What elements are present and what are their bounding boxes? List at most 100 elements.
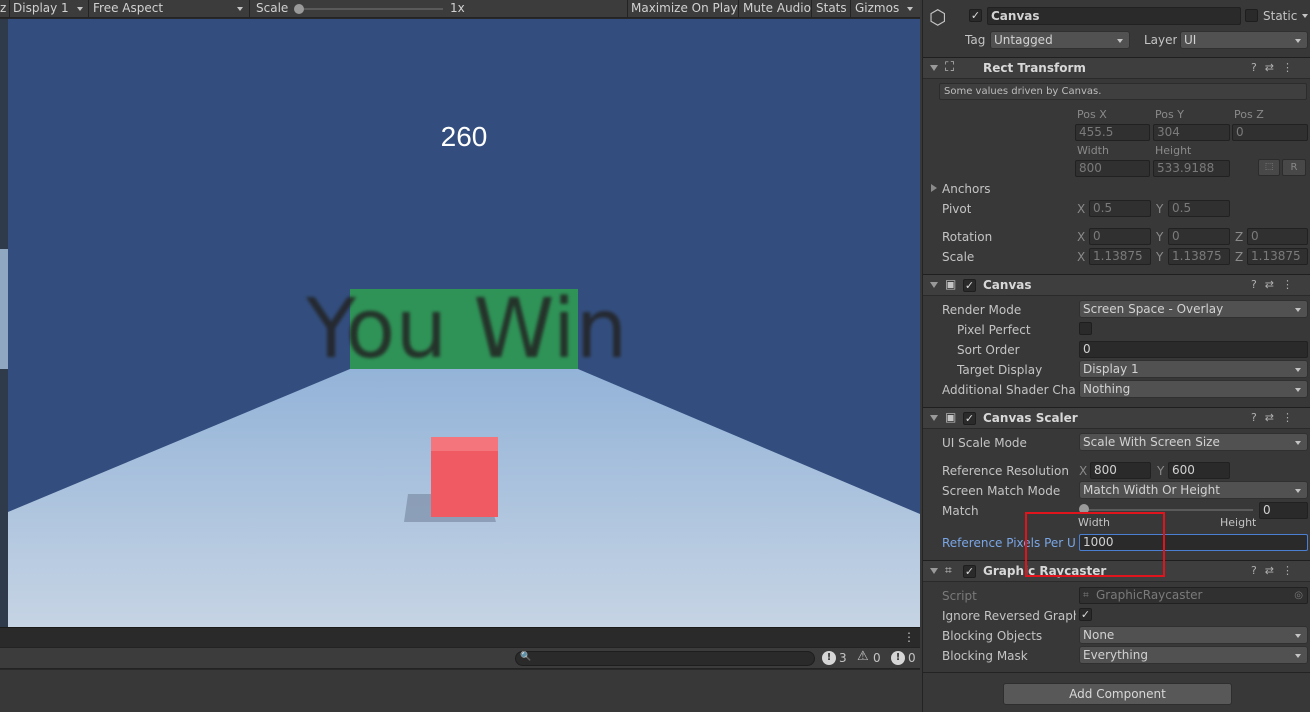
chevron-down-icon <box>1295 489 1301 493</box>
scale-x-field[interactable]: 1.13875 <box>1089 248 1151 265</box>
pos-y-field[interactable]: 304 <box>1153 124 1230 141</box>
add-component-button[interactable]: Add Component <box>1003 683 1232 705</box>
object-name-field[interactable]: Canvas <box>987 7 1241 25</box>
reference-y-field[interactable]: 600 <box>1168 462 1230 479</box>
scale-z-field[interactable]: 1.13875 <box>1247 248 1308 265</box>
tag-value: Untagged <box>994 33 1053 47</box>
canvas-header[interactable]: ▣ ✓ Canvas ?⇄⋮ <box>923 274 1310 296</box>
chevron-down-icon <box>1295 388 1301 392</box>
raycaster-enabled-checkbox[interactable]: ✓ <box>963 565 976 578</box>
pixel-perfect-checkbox[interactable] <box>1079 322 1092 335</box>
chevron-down-icon <box>237 7 243 11</box>
divider <box>627 0 628 18</box>
blocking-mask-value: Everything <box>1083 648 1148 662</box>
reference-resolution-label: Reference Resolution <box>942 464 1069 478</box>
blocking-objects-dropdown[interactable]: None <box>1079 626 1308 644</box>
rect-transform-header[interactable]: ⛶ Rect Transform ?⇄⋮ <box>923 57 1310 79</box>
reference-x-field[interactable]: 800 <box>1090 462 1151 479</box>
expand-arrow-icon[interactable] <box>931 184 937 192</box>
sort-order-field[interactable]: 0 <box>1079 341 1308 358</box>
pos-x-field[interactable]: 455.5 <box>1075 124 1150 141</box>
chevron-down-icon <box>77 7 83 11</box>
object-picker-icon[interactable]: ◎ <box>1294 588 1303 603</box>
width-field[interactable]: 800 <box>1075 160 1150 177</box>
console-search-input[interactable]: 🔍 <box>515 651 815 666</box>
pivot-x-field[interactable]: 0.5 <box>1089 200 1151 217</box>
stats-toggle[interactable]: Stats <box>816 0 847 18</box>
shader-channels-dropdown[interactable]: Nothing <box>1079 380 1308 398</box>
axis-x-label: X <box>1079 464 1088 478</box>
collapse-arrow-icon[interactable] <box>930 282 938 288</box>
render-mode-dropdown[interactable]: Screen Space - Overlay <box>1079 300 1308 318</box>
target-display-dropdown[interactable]: Display 1 <box>1079 360 1308 378</box>
info-icon: ! <box>822 651 836 665</box>
anchors-label[interactable]: Anchors <box>942 182 991 196</box>
target-display-value: Display 1 <box>1083 362 1139 376</box>
sort-order-label: Sort Order <box>957 343 1020 357</box>
pos-z-field[interactable]: 0 <box>1232 124 1308 141</box>
gizmos-toggle[interactable]: Gizmos <box>855 0 899 18</box>
divider <box>850 0 851 18</box>
ignore-reversed-checkbox[interactable]: ✓ <box>1079 608 1092 621</box>
pivot-label: Pivot <box>942 202 972 216</box>
component-actions[interactable]: ?⇄⋮ <box>1251 278 1301 291</box>
blueprint-mode-icon[interactable]: ⬚ <box>1258 159 1280 176</box>
layer-value: UI <box>1184 33 1197 47</box>
match-slider-track[interactable] <box>1083 509 1253 511</box>
search-icon: 🔍 <box>520 652 532 662</box>
kebab-menu-icon[interactable]: ⋮ <box>903 630 915 644</box>
game-toolbar: z Display 1 Free Aspect Scale 1x Maximiz… <box>0 0 920 18</box>
match-value-field[interactable]: 0 <box>1259 502 1308 519</box>
warning-count[interactable]: 0 <box>873 651 881 665</box>
scale-y-field[interactable]: 1.13875 <box>1168 248 1230 265</box>
active-checkbox[interactable]: ✓ <box>969 9 982 22</box>
display-dropdown[interactable]: Display 1 <box>13 0 69 18</box>
divider <box>249 0 250 18</box>
mute-audio-toggle[interactable]: Mute Audio <box>743 0 811 18</box>
script-field: ⌗ GraphicRaycaster ◎ <box>1079 587 1308 604</box>
scale-slider-track[interactable] <box>297 8 443 10</box>
scale-slider-handle[interactable] <box>294 4 304 14</box>
chevron-down-icon <box>1295 634 1301 638</box>
component-actions[interactable]: ?⇄⋮ <box>1251 411 1301 424</box>
ui-scale-mode-label: UI Scale Mode <box>942 436 1027 450</box>
log-count[interactable]: 3 <box>839 651 847 665</box>
aspect-dropdown[interactable]: Free Aspect <box>93 0 163 18</box>
screen-match-mode-label: Screen Match Mode <box>942 484 1061 498</box>
tag-dropdown[interactable]: Untagged <box>990 31 1130 49</box>
ui-scale-mode-value: Scale With Screen Size <box>1083 435 1220 449</box>
divider <box>923 672 1310 673</box>
console-body <box>0 670 920 712</box>
screen-match-mode-dropdown[interactable]: Match Width Or Height <box>1079 481 1308 499</box>
component-actions[interactable]: ?⇄⋮ <box>1251 564 1301 577</box>
layer-dropdown[interactable]: UI <box>1180 31 1308 49</box>
canvas-scaler-enabled-checkbox[interactable]: ✓ <box>963 412 976 425</box>
pixel-perfect-label: Pixel Perfect <box>957 323 1031 337</box>
raw-edit-button[interactable]: R <box>1282 159 1306 176</box>
static-checkbox[interactable] <box>1245 9 1258 22</box>
blocking-mask-dropdown[interactable]: Everything <box>1079 646 1308 664</box>
pivot-y-field[interactable]: 0.5 <box>1168 200 1230 217</box>
rotation-x-field[interactable]: 0 <box>1089 228 1151 245</box>
axis-y-label: Y <box>1157 464 1165 478</box>
collapse-arrow-icon[interactable] <box>930 568 938 574</box>
component-actions[interactable]: ?⇄⋮ <box>1251 61 1301 74</box>
ui-scale-mode-dropdown[interactable]: Scale With Screen Size <box>1079 433 1308 451</box>
collapse-arrow-icon[interactable] <box>930 65 938 71</box>
driven-info-box: Some values driven by Canvas. <box>939 83 1307 100</box>
blocking-objects-value: None <box>1083 628 1115 642</box>
rotation-z-field[interactable]: 0 <box>1247 228 1308 245</box>
maximize-on-play-toggle[interactable]: Maximize On Play <box>631 0 738 18</box>
tag-label: Tag <box>965 33 986 47</box>
axis-y-label: Y <box>1156 202 1164 216</box>
error-count[interactable]: 0 <box>908 651 916 665</box>
height-field[interactable]: 533.9188 <box>1153 160 1230 177</box>
collapse-arrow-icon[interactable] <box>930 415 938 421</box>
static-label[interactable]: Static <box>1263 9 1297 23</box>
canvas-scaler-header[interactable]: ▣ ✓ Canvas Scaler ?⇄⋮ <box>923 407 1310 429</box>
shader-channels-value: Nothing <box>1083 382 1131 396</box>
shader-channels-label: Additional Shader Chann <box>942 383 1076 397</box>
game-render[interactable]: 260 You Win <box>8 19 920 627</box>
rotation-y-field[interactable]: 0 <box>1168 228 1230 245</box>
canvas-enabled-checkbox[interactable]: ✓ <box>963 279 976 292</box>
